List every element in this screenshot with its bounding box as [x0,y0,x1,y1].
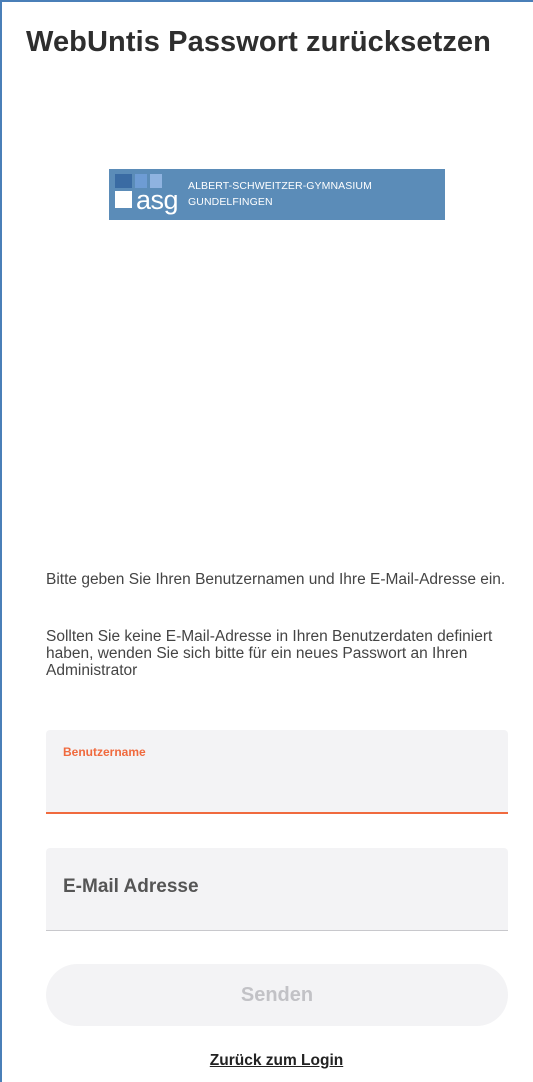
page-title: WebUntis Passwort zurücksetzen [26,26,491,58]
school-logo: asg ALBERT-SCHWEITZER-GYMNASIUM GUNDELFI… [109,169,445,220]
username-input[interactable] [63,770,491,798]
info-text-instructions: Bitte geben Sie Ihren Benutzernamen und … [46,571,506,588]
username-label: Benutzername [63,745,146,759]
username-field[interactable]: Benutzername [46,730,508,814]
window-left-border [0,0,2,1082]
email-placeholder: E-Mail Adresse [63,876,199,897]
send-button[interactable]: Senden [46,964,508,1026]
back-to-login-link[interactable]: Zurück zum Login [0,1052,533,1070]
logo-school-name: ALBERT-SCHWEITZER-GYMNASIUM [188,180,372,192]
logo-school-town: GUNDELFINGEN [188,196,273,208]
window-top-border [0,0,533,2]
logo-abbreviation: asg [136,185,179,215]
email-field[interactable]: E-Mail Adresse [46,848,508,931]
info-text-admin-hint: Sollten Sie keine E-Mail-Adresse in Ihre… [46,628,493,679]
